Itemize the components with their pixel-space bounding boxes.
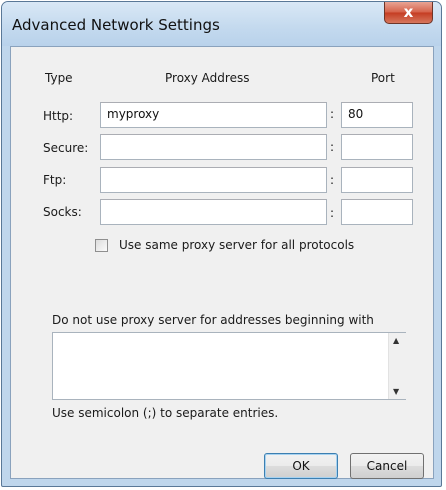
socks-separator: :	[330, 206, 335, 220]
socks-address-field[interactable]	[100, 199, 327, 225]
title-bar: Advanced Network Settings x	[2, 2, 441, 46]
ftp-port-field[interactable]	[341, 167, 413, 193]
secure-address-field[interactable]	[100, 134, 327, 160]
ok-button[interactable]: OK	[264, 453, 338, 479]
cancel-button[interactable]: Cancel	[350, 453, 424, 479]
address-column-header: Proxy Address	[165, 71, 250, 85]
socks-port-field[interactable]	[341, 199, 413, 225]
bypass-label: Do not use proxy server for addresses be…	[52, 313, 374, 327]
socks-label: Socks:	[43, 205, 82, 219]
http-port-field[interactable]: 80	[341, 102, 413, 128]
port-column-header: Port	[371, 71, 395, 85]
same-proxy-label[interactable]: Use same proxy server for all protocols	[119, 238, 354, 252]
secure-label: Secure:	[43, 141, 89, 155]
dialog-body: Type Proxy Address Port Http: myproxy : …	[10, 46, 434, 479]
bypass-hint: Use semicolon (;) to separate entries.	[52, 406, 279, 420]
dialog-window: Advanced Network Settings x Type Proxy A…	[1, 1, 442, 487]
close-icon: x	[403, 3, 414, 21]
ftp-label: Ftp:	[43, 173, 67, 187]
scroll-up-icon[interactable]: ▲	[393, 336, 399, 345]
scroll-down-icon[interactable]: ▼	[393, 387, 399, 396]
http-address-field[interactable]: myproxy	[100, 102, 327, 128]
window-title: Advanced Network Settings	[12, 16, 220, 34]
close-button[interactable]: x	[384, 2, 433, 24]
ftp-address-field[interactable]	[100, 167, 327, 193]
same-proxy-checkbox[interactable]	[95, 239, 108, 252]
bypass-list-textarea[interactable]	[52, 332, 406, 400]
ftp-separator: :	[330, 173, 335, 187]
http-separator: :	[330, 107, 335, 121]
secure-separator: :	[330, 140, 335, 154]
secure-port-field[interactable]	[341, 134, 413, 160]
type-column-header: Type	[45, 71, 73, 85]
bypass-scrollbar[interactable]: ▲ ▼	[388, 333, 406, 399]
http-label: Http:	[43, 109, 74, 123]
